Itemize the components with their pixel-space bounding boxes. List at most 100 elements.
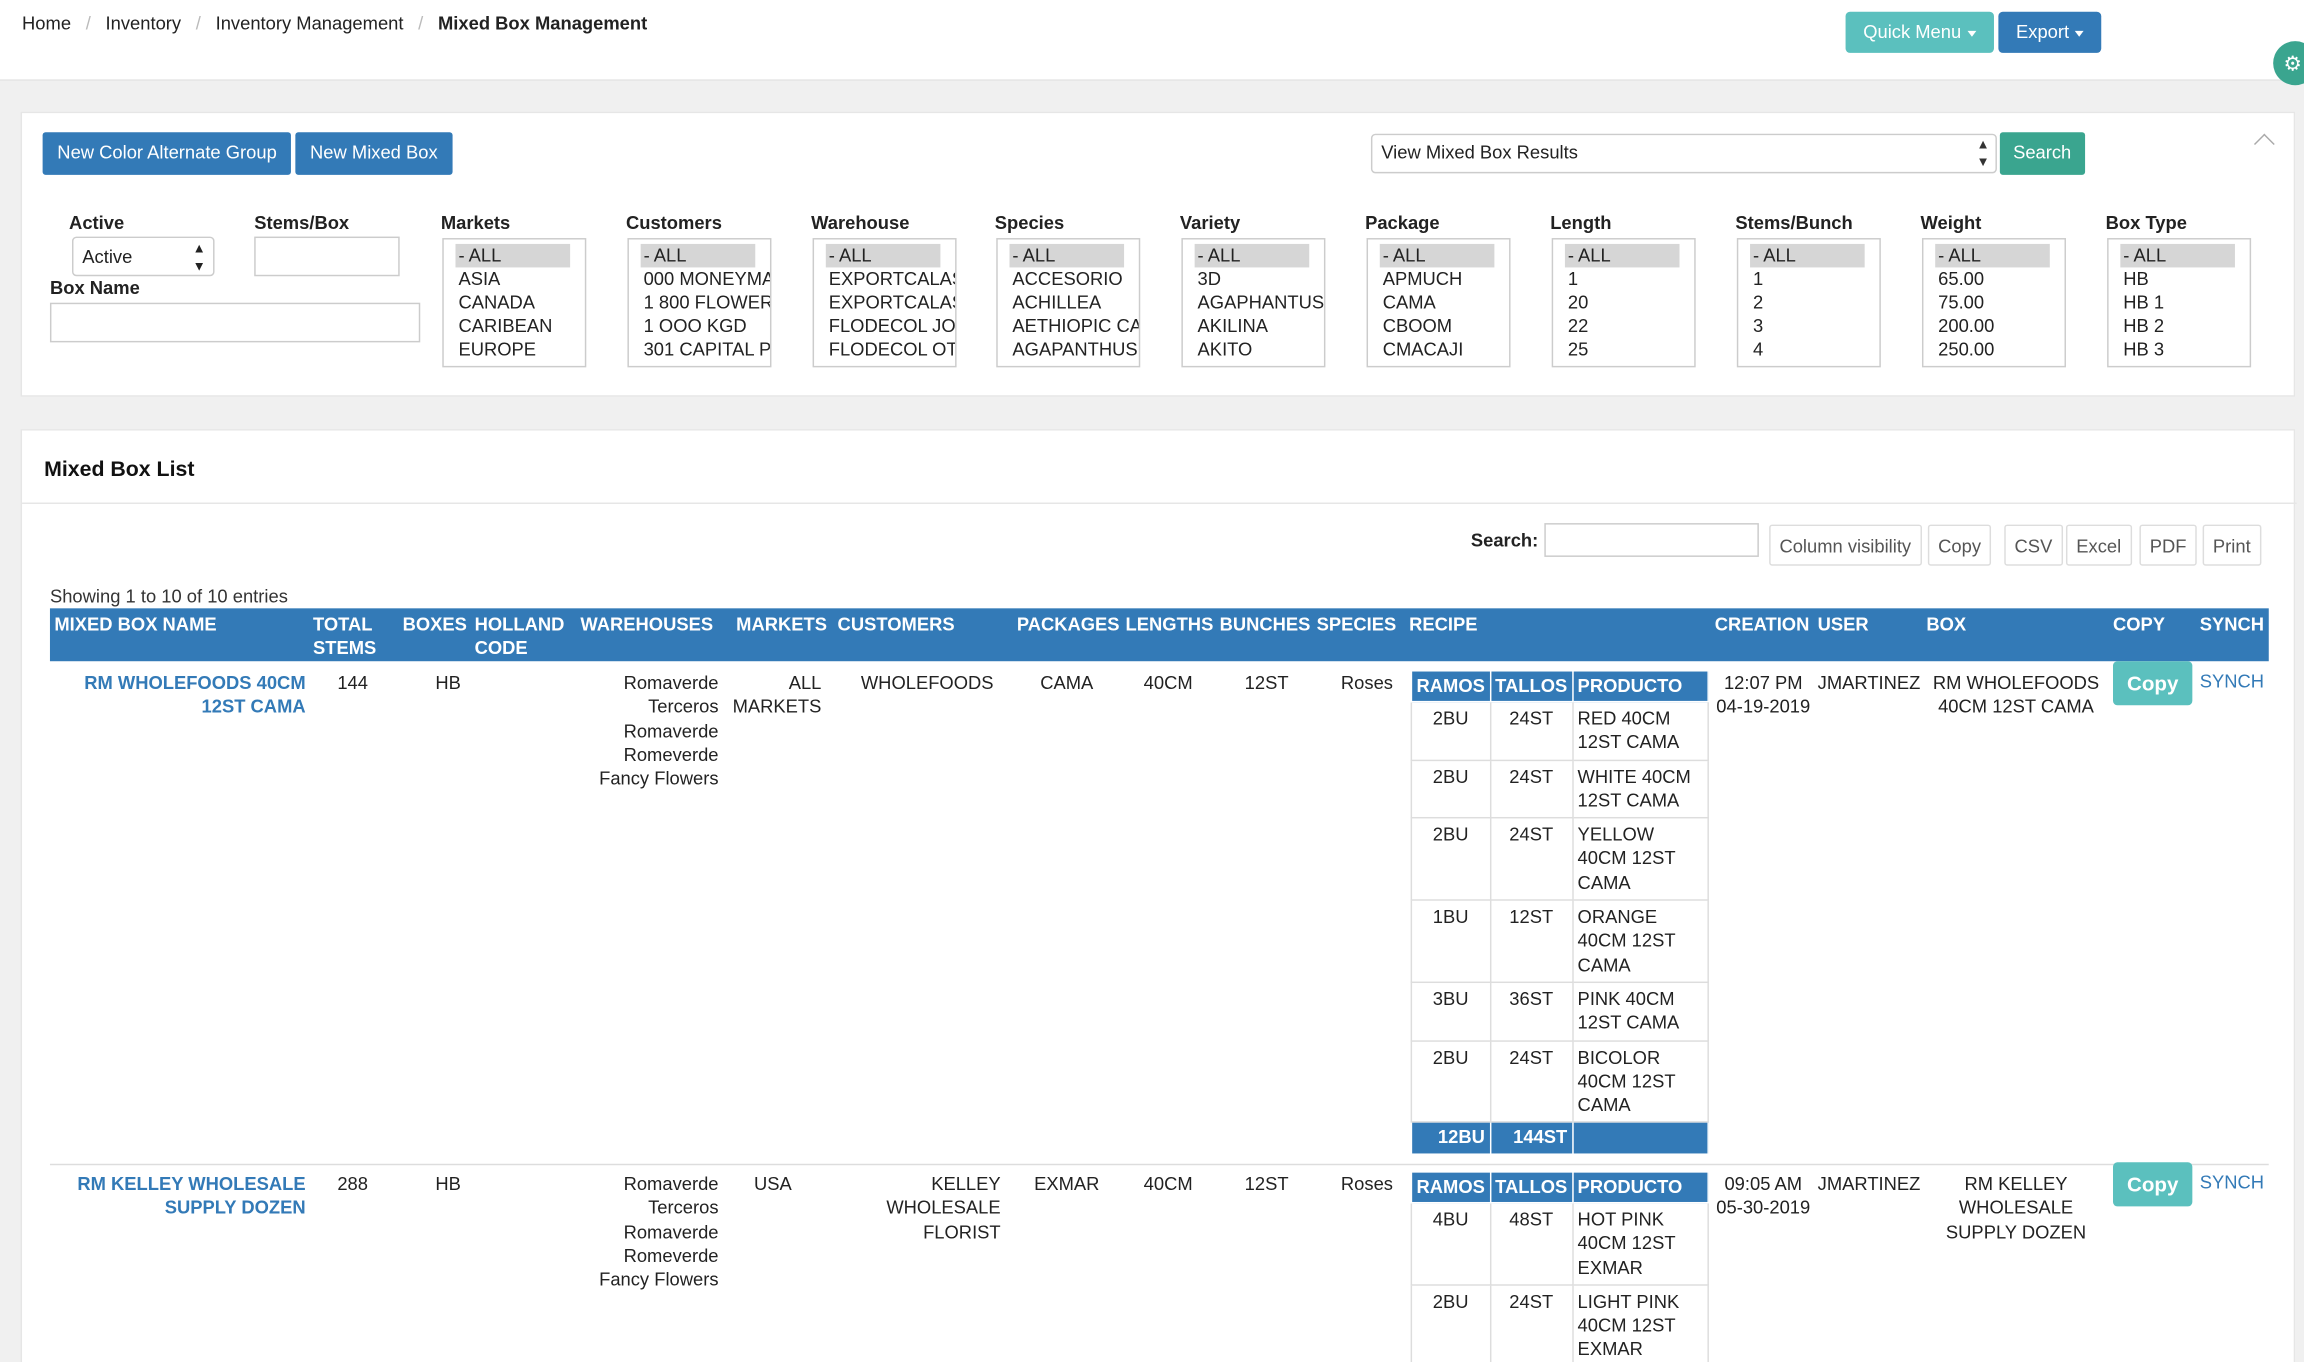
stems-box-input[interactable]	[254, 236, 400, 277]
col-user[interactable]: USER	[1818, 613, 1869, 637]
filter-option[interactable]: 2	[1738, 291, 1879, 315]
filter-option[interactable]: 1 800 FLOWER	[629, 291, 770, 315]
filter-option[interactable]: AKILINA	[1183, 314, 1324, 338]
filter-option[interactable]: - ALL	[455, 243, 571, 268]
filter-multiselect[interactable]: - ALL HB HB 1 HB 2 HB 3	[2107, 238, 2252, 368]
view-results-select[interactable]: View Mixed Box Results ▲ ▼	[1370, 133, 1997, 174]
breadcrumb-inventory[interactable]: Inventory	[106, 13, 182, 34]
pdf-button[interactable]: PDF	[2139, 524, 2197, 566]
new-color-alternate-group-button[interactable]: New Color Alternate Group	[42, 132, 292, 175]
active-select[interactable]: Active ▲ ▼	[72, 236, 215, 277]
filter-multiselect[interactable]: - ALL 1 2 3 4	[1736, 238, 1881, 368]
col-customers[interactable]: CUSTOMERS	[838, 613, 955, 637]
copy-row-button[interactable]: Copy	[2112, 661, 2193, 706]
col-recipe[interactable]: RECIPE	[1409, 613, 1477, 637]
filter-option[interactable]: ACCESORIO	[998, 267, 1139, 291]
col-boxes[interactable]: BOXES	[403, 613, 467, 637]
col-total-stems[interactable]: TOTAL STEMS	[313, 613, 386, 660]
col-synch[interactable]: SYNCH	[2200, 613, 2264, 637]
print-button[interactable]: Print	[2202, 524, 2261, 566]
collapse-chevron-icon[interactable]	[2253, 133, 2275, 155]
filter-option[interactable]: ASIA	[444, 267, 585, 291]
col-holland-code[interactable]: HOLLAND CODE	[475, 613, 569, 660]
filter-multiselect[interactable]: - ALL 65.00 75.00 200.00 250.00	[1921, 238, 2066, 368]
filter-option[interactable]: - ALL	[640, 243, 756, 268]
filter-option[interactable]: HB 1	[2109, 291, 2250, 315]
csv-button[interactable]: CSV	[2004, 524, 2063, 566]
filter-option[interactable]: 3D	[1183, 267, 1324, 291]
filter-option[interactable]: - ALL	[1564, 243, 1680, 268]
filter-option[interactable]: CMACAJI	[1368, 338, 1509, 362]
filter-option[interactable]: FLODECOL JO:	[814, 314, 955, 338]
new-mixed-box-button[interactable]: New Mixed Box	[295, 132, 453, 175]
col-species[interactable]: SPECIES	[1317, 613, 1397, 637]
filter-option[interactable]: CARIBEAN	[444, 314, 585, 338]
filter-option[interactable]: HB 3	[2109, 338, 2250, 362]
filter-option[interactable]: 75.00	[1923, 291, 2064, 315]
export-button[interactable]: Export	[1998, 11, 2102, 53]
filter-option[interactable]: - ALL	[1009, 243, 1125, 268]
filter-option[interactable]: 4	[1738, 338, 1879, 362]
filter-option[interactable]: - ALL	[2120, 243, 2235, 268]
filter-option[interactable]: - ALL	[1935, 243, 2050, 268]
filter-option[interactable]: 1	[1738, 267, 1879, 291]
filter-option[interactable]: 22	[1553, 314, 1694, 338]
search-button[interactable]: Search	[1999, 132, 2085, 175]
filter-multiselect[interactable]: - ALL 000 MONEYMA 1 800 FLOWER 1 OOO KGD 301…	[627, 238, 772, 368]
filter-option[interactable]: AGAPHANTUS	[1183, 291, 1324, 315]
copy-row-button[interactable]: Copy	[2112, 1162, 2193, 1207]
filter-multiselect[interactable]: - ALL ACCESORIO ACHILLEA AETHIOPIC CA AGAPAN…	[996, 238, 1141, 368]
filter-multiselect[interactable]: - ALL APMUCH CAMA CBOOM CMACAJI	[1366, 238, 1511, 368]
filter-option[interactable]: FLODECOL OT(	[814, 338, 955, 362]
copy-export-button[interactable]: Copy	[1927, 524, 1992, 566]
filter-option[interactable]: 3	[1738, 314, 1879, 338]
col-packages[interactable]: PACKAGES	[1017, 613, 1120, 637]
filter-option[interactable]: 200.00	[1923, 314, 2064, 338]
col-lengths[interactable]: LENGTHS	[1126, 613, 1214, 637]
mixed-box-name-link[interactable]: RM WHOLEFOODS 40CM 12ST CAMA	[54, 672, 305, 720]
filter-option[interactable]: HB 2	[2109, 314, 2250, 338]
filter-option[interactable]: - ALL	[1379, 243, 1495, 268]
filter-option[interactable]: 000 MONEYMA	[629, 267, 770, 291]
breadcrumb-inventory-management[interactable]: Inventory Management	[216, 13, 404, 34]
filter-option[interactable]: - ALL	[1194, 243, 1310, 268]
filter-multiselect[interactable]: - ALL 1 20 22 25	[1551, 238, 1696, 368]
filter-multiselect[interactable]: - ALL EXPORTCALAS EXPORTCALAS FLODECOL JO: F…	[812, 238, 957, 368]
breadcrumb-home[interactable]: Home	[22, 13, 71, 34]
quick-menu-button[interactable]: Quick Menu	[1845, 11, 1994, 53]
col-creation[interactable]: CREATION	[1715, 613, 1810, 637]
filter-option[interactable]: EXPORTCALAS	[814, 291, 955, 315]
mixed-box-name-link[interactable]: RM KELLEY WHOLESALE SUPPLY DOZEN	[54, 1173, 305, 1221]
filter-option[interactable]: CANADA	[444, 291, 585, 315]
filter-option[interactable]: 25	[1553, 338, 1694, 362]
col-bunches[interactable]: BUNCHES	[1220, 613, 1311, 637]
table-search-input[interactable]	[1544, 523, 1759, 557]
filter-option[interactable]: 65.00	[1923, 267, 2064, 291]
filter-option[interactable]: AKITO	[1183, 338, 1324, 362]
col-markets[interactable]: MARKETS	[736, 613, 827, 637]
synch-link[interactable]: SYNCH	[2200, 672, 2264, 693]
synch-link[interactable]: SYNCH	[2200, 1173, 2264, 1194]
filter-option[interactable]: 1 OOO KGD	[629, 314, 770, 338]
filter-option[interactable]: 1	[1553, 267, 1694, 291]
filter-multiselect[interactable]: - ALL ASIA CANADA CARIBEAN EUROPE	[442, 238, 587, 368]
column-visibility-button[interactable]: Column visibility	[1769, 524, 1922, 566]
filter-option[interactable]: AGAPANTHUS	[998, 338, 1139, 362]
col-copy[interactable]: COPY	[2113, 613, 2165, 637]
filter-option[interactable]: 20	[1553, 291, 1694, 315]
col-warehouses[interactable]: WAREHOUSES	[580, 613, 713, 637]
col-box[interactable]: BOX	[1926, 613, 1966, 637]
filter-option[interactable]: HB	[2109, 267, 2250, 291]
filter-option[interactable]: APMUCH	[1368, 267, 1509, 291]
filter-option[interactable]: AETHIOPIC CA	[998, 314, 1138, 338]
filter-option[interactable]: CAMA	[1368, 291, 1509, 315]
filter-multiselect[interactable]: - ALL 3D AGAPHANTUS AKILINA AKITO	[1181, 238, 1326, 368]
filter-option[interactable]: - ALL	[825, 243, 941, 268]
col-mixed-box-name[interactable]: MIXED BOX NAME	[54, 613, 216, 637]
excel-button[interactable]: Excel	[2065, 524, 2132, 566]
box-name-input[interactable]	[49, 302, 421, 343]
filter-option[interactable]: EUROPE	[444, 338, 585, 362]
filter-option[interactable]: 250.00	[1923, 338, 2064, 362]
filter-option[interactable]: 301 CAPITAL P/	[629, 338, 770, 362]
filter-option[interactable]: ACHILLEA	[998, 291, 1139, 315]
